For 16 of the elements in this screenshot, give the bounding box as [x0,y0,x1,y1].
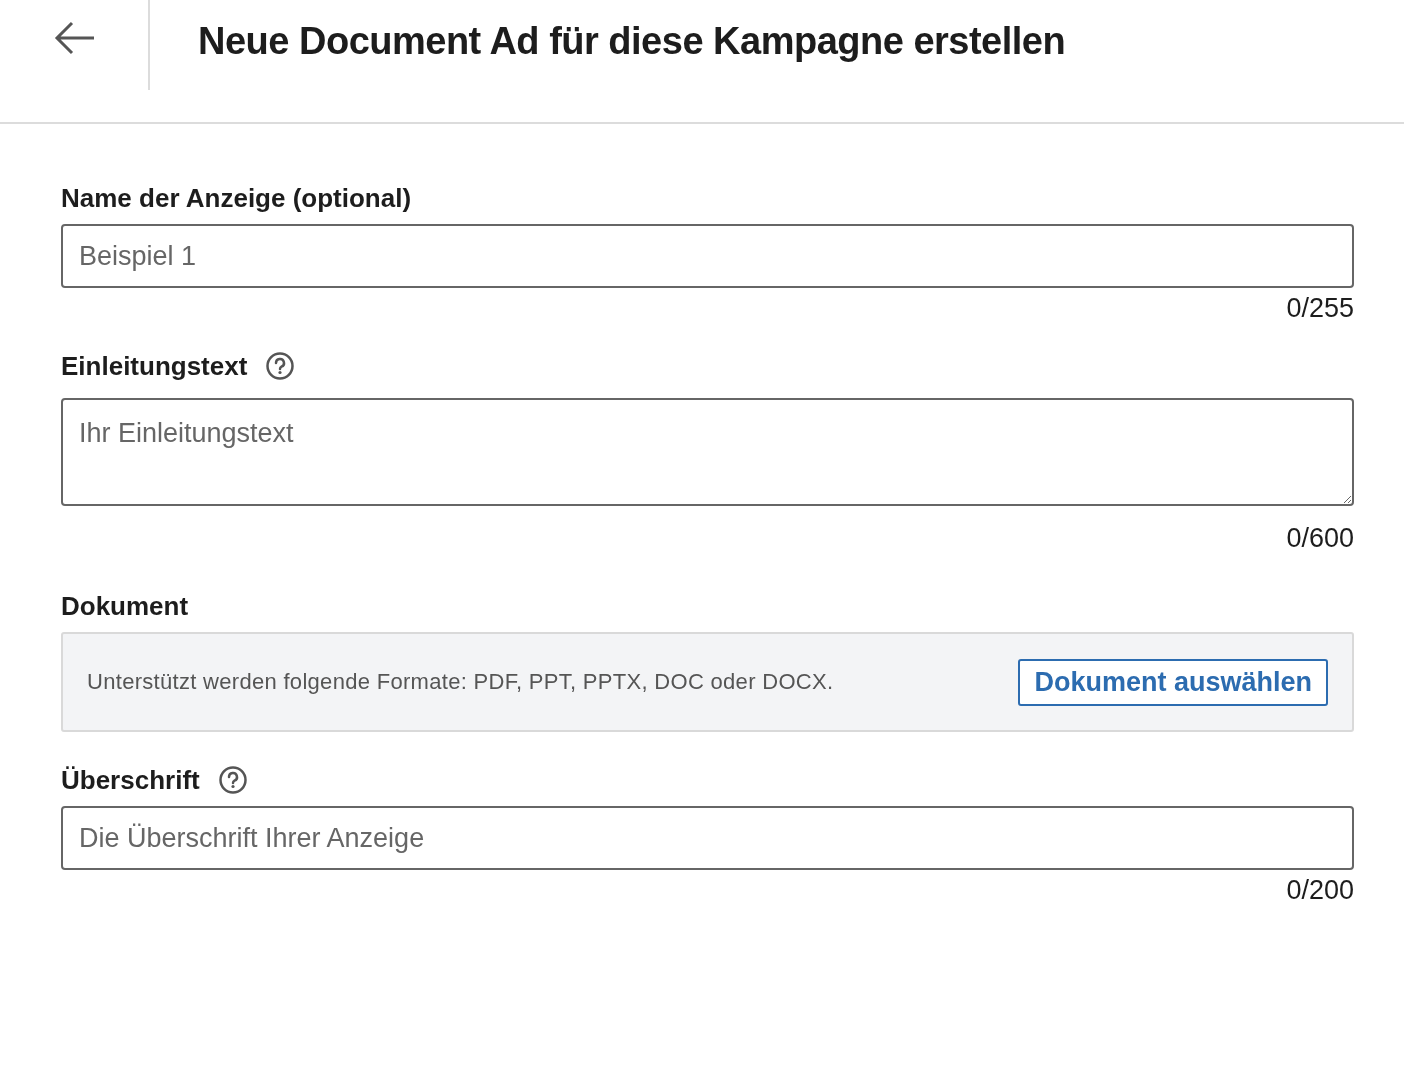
field-label: Name der Anzeige (optional) [61,182,412,214]
field-label: Überschrift [61,764,200,796]
character-counter: 0/600 [1286,522,1354,555]
textarea-field[interactable]: Ihr Einleitungstext [61,398,1354,506]
format-hint: Unterstützt werden folgende Formate: PDF, PPT, PPTX, DOC oder DOCX. [87,669,834,695]
help-icon[interactable] [265,351,296,381]
field-label: Dokument [61,590,189,622]
back-arrow-icon [54,20,96,56]
character-counter: 0/255 [1286,292,1354,325]
field-label: Einleitungstext [61,350,248,382]
text-input-field[interactable]: Die Überschrift Ihrer Anzeige [61,806,1354,870]
help-icon[interactable] [217,765,248,795]
character-counter: 0/200 [1286,874,1354,907]
page-title: Neue Document Ad für diese Kampagne erstellen [198,20,1066,63]
text-input-field[interactable]: Beispiel 1 [61,224,1354,288]
choose-document-button[interactable]: Dokument auswählen [1018,658,1328,706]
